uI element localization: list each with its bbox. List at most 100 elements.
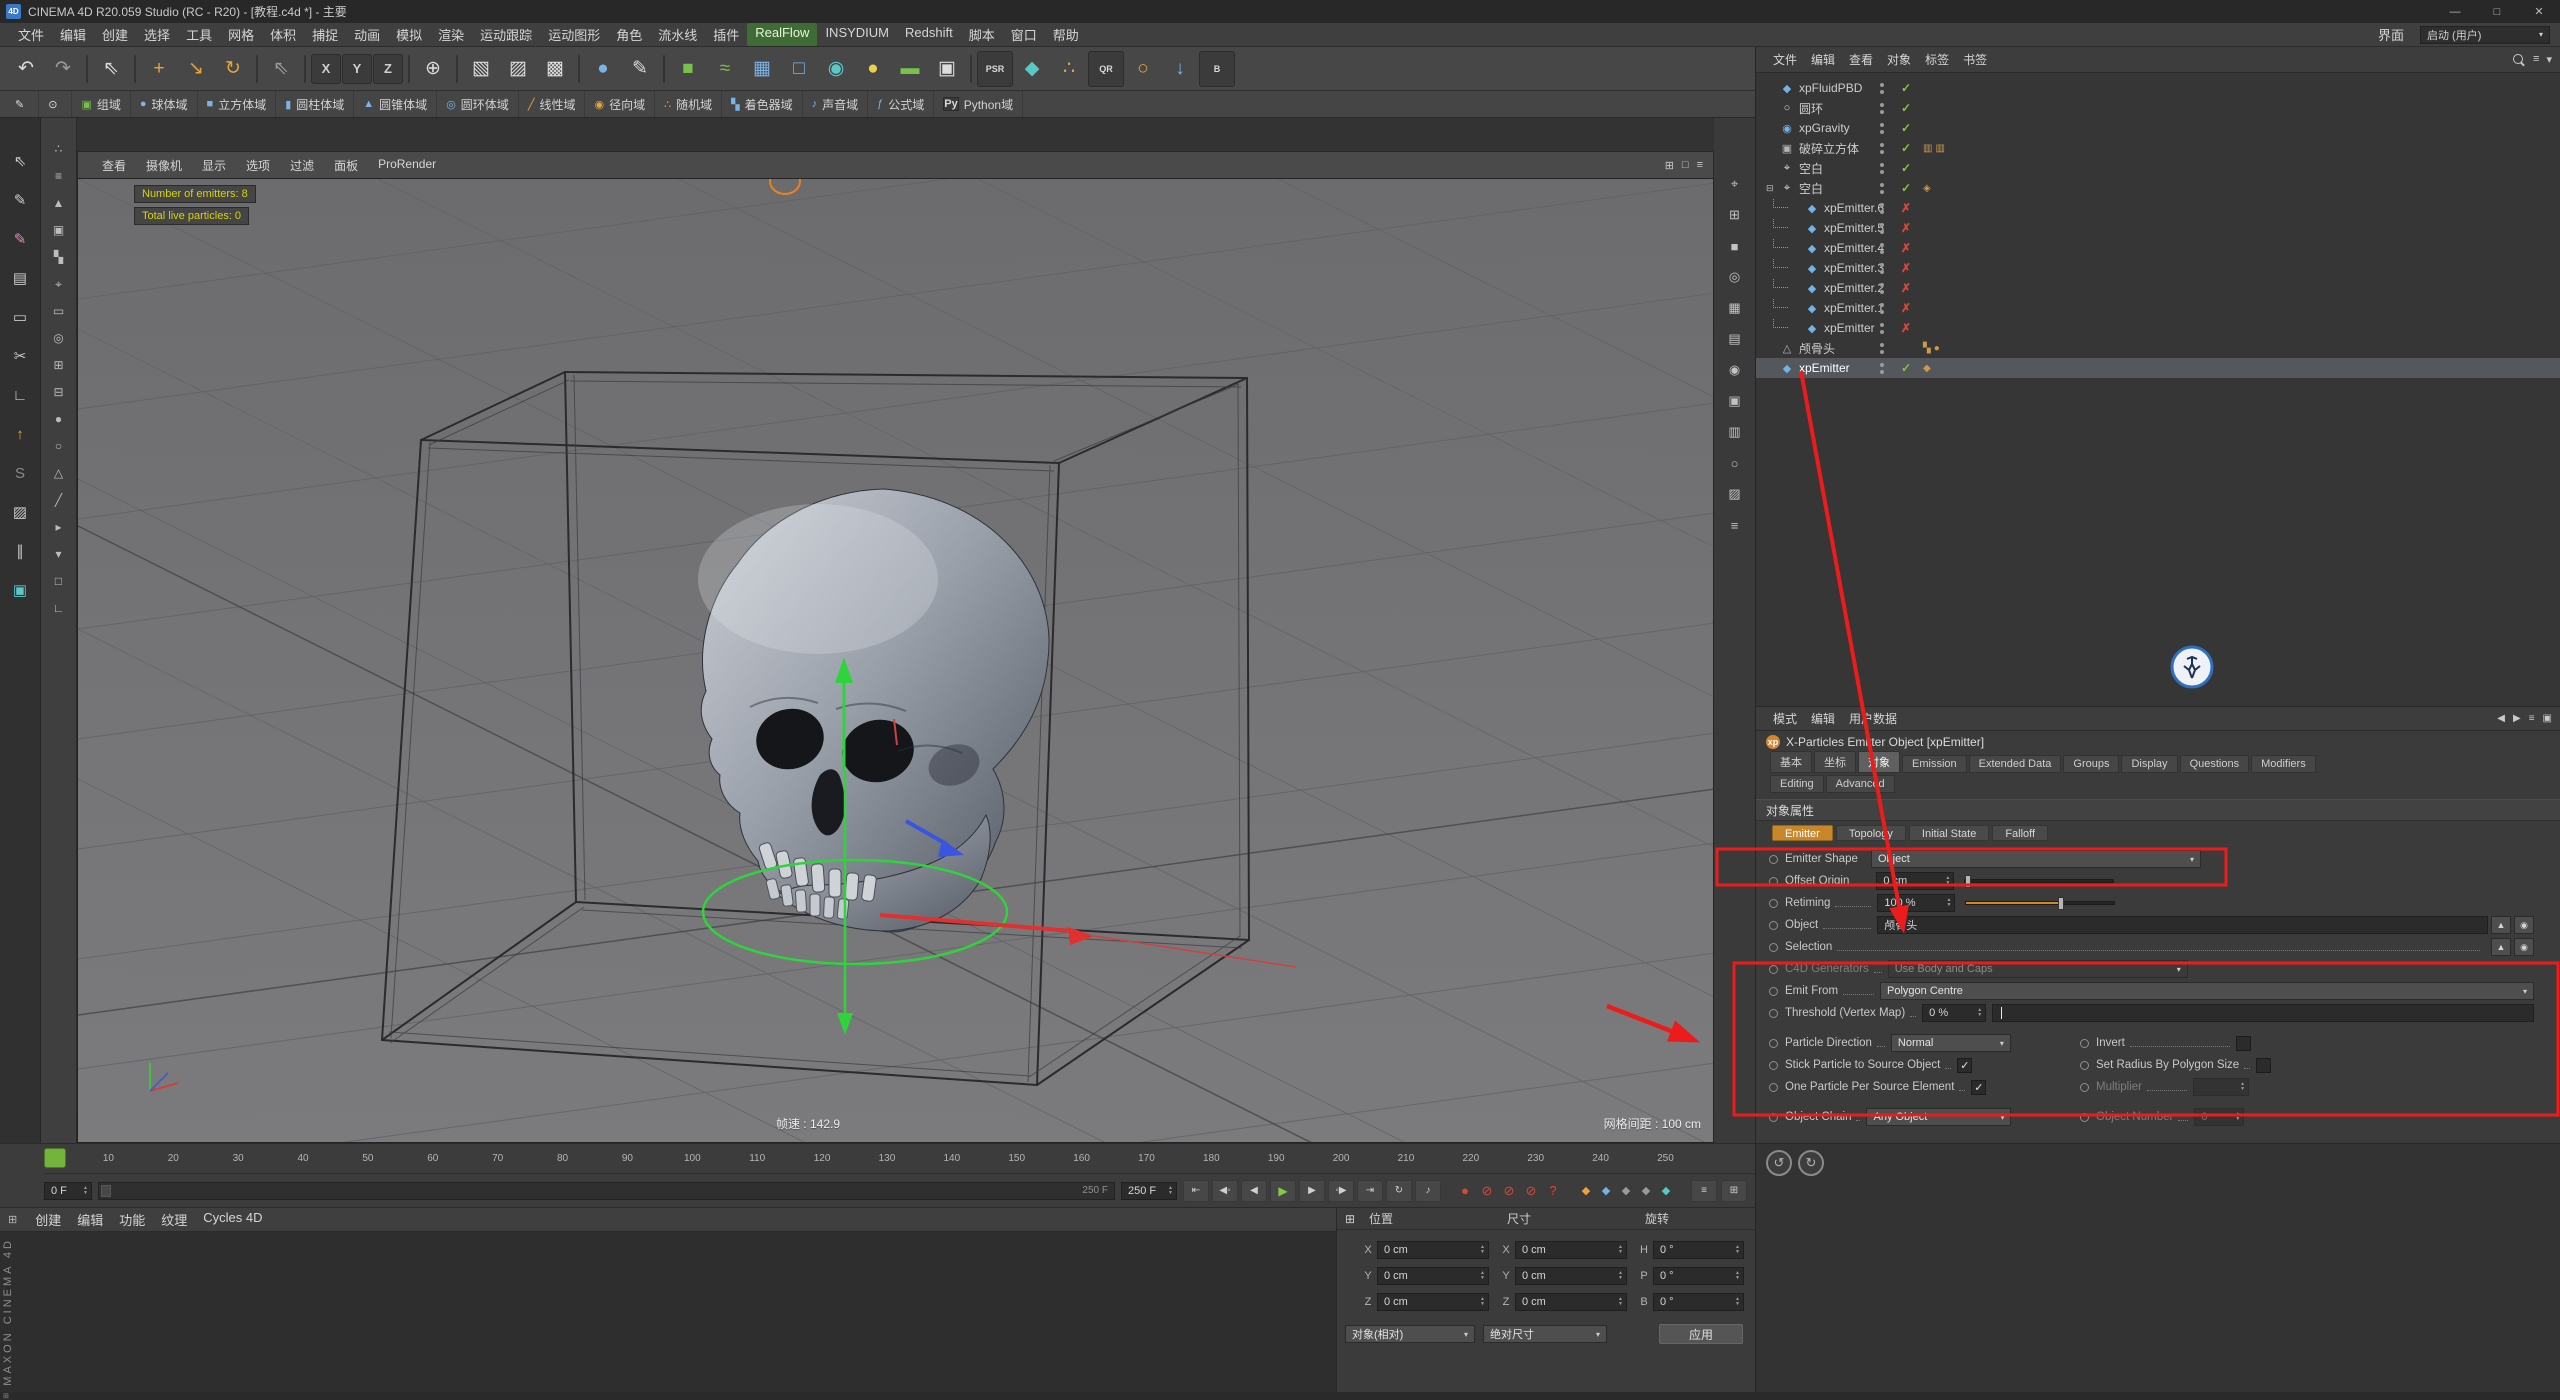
grid-toggle-icon[interactable]: ▦ bbox=[1723, 298, 1747, 318]
torus-field-icon[interactable]: ◎ 圆环体域 bbox=[437, 91, 519, 117]
attr-menu-item[interactable]: 编辑 bbox=[1804, 708, 1842, 729]
brush-tool-icon[interactable]: ✎ bbox=[6, 226, 34, 252]
live-selection-icon[interactable]: ⇖ bbox=[93, 51, 129, 87]
menu-item[interactable]: 流水线 bbox=[650, 23, 705, 46]
apply-button[interactable]: 应用 bbox=[1659, 1324, 1743, 1344]
rotation-field[interactable]: 0 °▲▼ bbox=[1653, 1241, 1744, 1259]
render-view-icon[interactable]: ▧ bbox=[463, 51, 499, 87]
object-row[interactable]: ◆ xpEmitter ✗ bbox=[1756, 318, 2560, 338]
attr-tab[interactable]: 坐标 bbox=[1814, 751, 1856, 773]
visibility-dots[interactable] bbox=[1880, 103, 1884, 114]
measure-icon[interactable]: ∟ bbox=[48, 599, 70, 617]
anim-dot-icon[interactable] bbox=[1769, 899, 1778, 908]
anim-dot-icon[interactable] bbox=[1769, 1083, 1778, 1092]
menu-item[interactable]: 脚本 bbox=[961, 23, 1003, 46]
render-settings-icon[interactable]: ▩ bbox=[537, 51, 573, 87]
particle-direction-dropdown[interactable]: Normal▾ bbox=[1891, 1034, 2011, 1052]
mirror-tool-icon[interactable]: ∥ bbox=[6, 538, 34, 564]
snap-icon[interactable]: ⊞ bbox=[48, 356, 70, 374]
viewport-menu-item[interactable]: ProRender bbox=[368, 155, 446, 176]
object-tags[interactable]: ◆ bbox=[1923, 363, 1934, 374]
psr-icon[interactable]: PSR bbox=[977, 51, 1013, 87]
object-tags[interactable]: ◈ bbox=[1923, 183, 1934, 194]
object-row[interactable]: ◆ xpEmitter ✓ ◆ bbox=[1756, 358, 2560, 378]
rotation-field[interactable]: 0 °▲▼ bbox=[1653, 1267, 1744, 1285]
axis-toggle-icon[interactable]: ⌖ bbox=[1723, 174, 1747, 194]
python-field-icon[interactable]: Py Python域 bbox=[934, 91, 1023, 117]
stick-particle-checkbox[interactable]: ✓ bbox=[1957, 1058, 1972, 1073]
menu-item[interactable]: Redshift bbox=[897, 23, 961, 46]
visibility-dots[interactable] bbox=[1880, 203, 1884, 214]
autokey-position-icon[interactable]: ⊘ bbox=[1477, 1183, 1497, 1199]
redo-icon[interactable]: ↷ bbox=[45, 51, 81, 87]
menu-item[interactable]: 模拟 bbox=[388, 23, 430, 46]
snap-dot-icon[interactable]: ⊙ bbox=[39, 91, 72, 117]
enable-toggle[interactable]: ✓ bbox=[1898, 121, 1914, 135]
dynamic-guide-icon[interactable]: ▸ bbox=[48, 518, 70, 536]
cylinder-field-icon[interactable]: ▮ 圆柱体域 bbox=[276, 91, 354, 117]
anim-dot-icon[interactable] bbox=[1769, 921, 1778, 930]
menu-item[interactable]: 角色 bbox=[608, 23, 650, 46]
menu-item[interactable]: 工具 bbox=[178, 23, 220, 46]
render-picture-viewer-icon[interactable]: ▨ bbox=[500, 51, 536, 87]
position-field[interactable]: 0 cm▲▼ bbox=[1377, 1293, 1489, 1311]
object-row[interactable]: ⌖ 空白 ✓ bbox=[1756, 158, 2560, 178]
size-field[interactable]: 0 cm▲▼ bbox=[1515, 1241, 1627, 1259]
menu-item[interactable]: 创建 bbox=[94, 23, 136, 46]
viewport-layout-icon[interactable]: ⊞ bbox=[1665, 159, 1674, 172]
goto-end-button[interactable]: ⇥ bbox=[1357, 1180, 1383, 1202]
coordinate-mode-select[interactable]: 对象(相对)▾ bbox=[1345, 1325, 1475, 1343]
construction-plane-icon[interactable]: □ bbox=[48, 572, 70, 590]
viewport-menu-item[interactable]: 过滤 bbox=[280, 155, 324, 176]
attr-menu-item[interactable]: 用户数据 bbox=[1842, 708, 1904, 729]
stamp-tool-icon[interactable]: ▤ bbox=[6, 265, 34, 291]
menu-item[interactable]: RealFlow bbox=[747, 23, 817, 46]
autokey-rotation-icon[interactable]: ⊘ bbox=[1521, 1183, 1541, 1199]
anim-dot-icon[interactable] bbox=[1769, 855, 1778, 864]
workplane-icon[interactable]: ▭ bbox=[48, 302, 70, 320]
visibility-dots[interactable] bbox=[1880, 343, 1884, 354]
object-row[interactable]: ○ 圆环 ✓ bbox=[1756, 98, 2560, 118]
lens-icon[interactable]: ○ bbox=[1723, 453, 1747, 473]
object-picker-icon[interactable]: ◉ bbox=[2514, 916, 2534, 934]
object-manager-list[interactable]: ◆ xpFluidPBD ✓ ○ 圆环 ✓ bbox=[1756, 73, 2560, 706]
keyframe-pla-icon[interactable]: ◆ bbox=[1657, 1184, 1675, 1197]
object-name[interactable]: 破碎立方体 bbox=[1799, 140, 1859, 157]
menu-item[interactable]: 网格 bbox=[220, 23, 262, 46]
one-particle-checkbox[interactable]: ✓ bbox=[1971, 1080, 1986, 1095]
visibility-dots[interactable] bbox=[1880, 263, 1884, 274]
object-name[interactable]: xpEmitter.2 bbox=[1824, 281, 1884, 295]
enable-toggle[interactable]: ✓ bbox=[1898, 101, 1914, 115]
object-name[interactable]: 空白 bbox=[1799, 180, 1823, 197]
size-field[interactable]: 0 cm▲▼ bbox=[1515, 1267, 1627, 1285]
freehand-icon[interactable]: ✎ bbox=[6, 91, 39, 117]
menu-item[interactable]: 编辑 bbox=[52, 23, 94, 46]
qr-icon[interactable]: QR bbox=[1088, 51, 1124, 87]
goto-start-button[interactable]: ⇤ bbox=[1183, 1180, 1209, 1202]
object-name[interactable]: xpEmitter.3 bbox=[1824, 261, 1884, 275]
visibility-dots[interactable] bbox=[1880, 183, 1884, 194]
formula-field-icon[interactable]: ƒ 公式域 bbox=[868, 91, 934, 117]
sky-icon[interactable]: ◆ bbox=[1014, 51, 1050, 87]
keyframe-parameter-icon[interactable]: ◆ bbox=[1637, 1184, 1655, 1197]
menu-item[interactable]: 渲染 bbox=[430, 23, 472, 46]
coordinate-system-icon[interactable]: ⊕ bbox=[415, 51, 451, 87]
simulate-icon[interactable]: ◉ bbox=[818, 51, 854, 87]
eraser-tool-icon[interactable]: ▭ bbox=[6, 304, 34, 330]
om-menu-item[interactable]: 查看 bbox=[1842, 49, 1880, 70]
visibility-dots[interactable] bbox=[1880, 83, 1884, 94]
minimize-icon[interactable]: — bbox=[2434, 0, 2476, 23]
object-tags[interactable]: ▥▥ bbox=[1923, 143, 1948, 154]
bodypaint-icon[interactable]: B bbox=[1199, 51, 1235, 87]
selection-picker-icon[interactable]: ◉ bbox=[2514, 938, 2534, 956]
quantize-icon[interactable]: ▾ bbox=[48, 545, 70, 563]
sound-field-icon[interactable]: ♪ 声音域 bbox=[803, 91, 869, 117]
camera-icon[interactable]: ▣ bbox=[929, 51, 965, 87]
attr-menu-item[interactable]: 模式 bbox=[1766, 708, 1804, 729]
timeline-ruler[interactable]: 1020304050607080901001101201301401501601… bbox=[44, 1144, 1755, 1174]
close-icon[interactable]: ✕ bbox=[2518, 0, 2560, 23]
visibility-dots[interactable] bbox=[1880, 323, 1884, 334]
visibility-dots[interactable] bbox=[1880, 163, 1884, 174]
attr-tab[interactable]: Editing bbox=[1770, 775, 1824, 793]
cube-field-icon[interactable]: ■ 立方体域 bbox=[198, 91, 277, 117]
